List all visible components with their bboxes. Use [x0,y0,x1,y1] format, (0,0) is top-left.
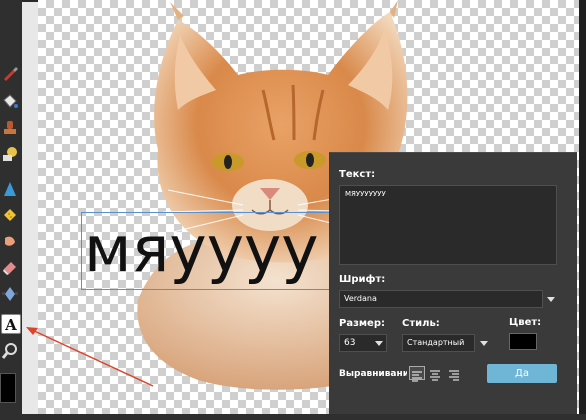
style-dropdown-arrow-icon[interactable] [480,341,488,346]
font-label: Шрифт: [339,274,386,285]
color-label: Цвет: [509,317,542,328]
style-label: Стиль: [402,318,440,329]
align-right-button[interactable] [447,366,463,381]
text-color-swatch[interactable] [509,333,537,350]
style-select[interactable]: Стандартный [402,334,475,352]
align-left-button[interactable] [409,366,425,382]
text-label: Текст: [339,169,376,180]
font-dropdown-arrow-icon[interactable] [547,297,555,302]
align-center-button[interactable] [428,366,444,381]
size-dropdown-arrow-icon[interactable] [375,341,383,346]
ok-button[interactable]: Да [487,364,557,383]
size-label: Размер: [339,318,386,329]
font-select[interactable]: Verdana [339,290,543,308]
align-label: Выравнивание: [339,369,407,379]
text-input[interactable]: МЯУУУУУУУ [339,185,557,265]
bottom-border [0,414,586,420]
text-properties-panel: Текст: МЯУУУУУУУ Шрифт: Verdana Размер: … [329,152,577,414]
